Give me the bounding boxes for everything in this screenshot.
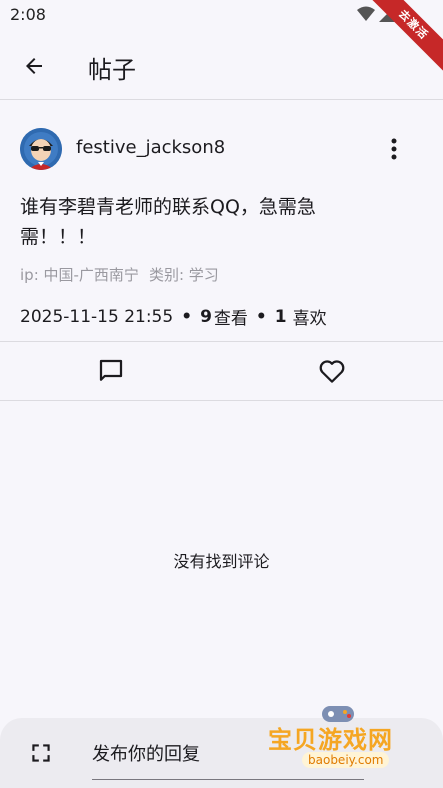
views-count: 9 [200, 306, 212, 327]
comment-button[interactable] [96, 356, 126, 386]
arrow-back-icon [26, 58, 42, 74]
heart-icon [319, 360, 345, 383]
back-button[interactable] [18, 50, 50, 82]
post-content: 谁有李碧青老师的联系QQ，急需急需！！！ [20, 196, 316, 248]
watermark: 宝贝游戏网 baobeiy.com [268, 700, 418, 782]
comment-icon [99, 359, 123, 381]
status-time: 2:08 [10, 5, 46, 24]
post-meta: ip: 中国-广西南宁 类别: 学习 [20, 264, 219, 285]
actions-bottom-divider [0, 400, 443, 401]
fullscreen-icon [32, 744, 50, 762]
watermark-url: baobeiy.com [302, 752, 390, 768]
like-button[interactable] [317, 356, 347, 386]
post-ip: ip: 中国-广西南宁 [20, 266, 139, 284]
more-options-button[interactable] [379, 134, 409, 164]
watermark-text: 宝贝游戏网 [268, 726, 393, 754]
app-bar-divider [0, 99, 443, 100]
separator-dot: • [255, 306, 267, 327]
avatar-icon [20, 128, 62, 170]
empty-comments-text: 没有找到评论 [173, 552, 270, 571]
username[interactable]: festive_jackson8 [76, 137, 225, 158]
status-bar: 2:08 去激活 [0, 0, 443, 76]
actions-top-divider [0, 341, 443, 342]
post-stats: 2025-11-15 21:55 • 9 查看 • 1 喜欢 [20, 304, 327, 330]
avatar[interactable] [20, 128, 62, 170]
more-vert-icon [391, 138, 397, 160]
post-date: 2025-11-15 21:55 [20, 306, 174, 327]
expand-button[interactable] [28, 740, 54, 766]
wifi-icon [357, 6, 375, 21]
app-bar: 帖子 [0, 30, 443, 100]
separator-dot: • [181, 306, 193, 327]
post-category: 类别: 学习 [148, 266, 219, 284]
likes-label: 喜欢 [292, 309, 327, 329]
likes-count: 1 [274, 306, 287, 327]
page-title: 帖子 [88, 56, 136, 84]
post-header: festive_jackson8 [20, 128, 423, 170]
views-label: 查看 [213, 309, 248, 329]
